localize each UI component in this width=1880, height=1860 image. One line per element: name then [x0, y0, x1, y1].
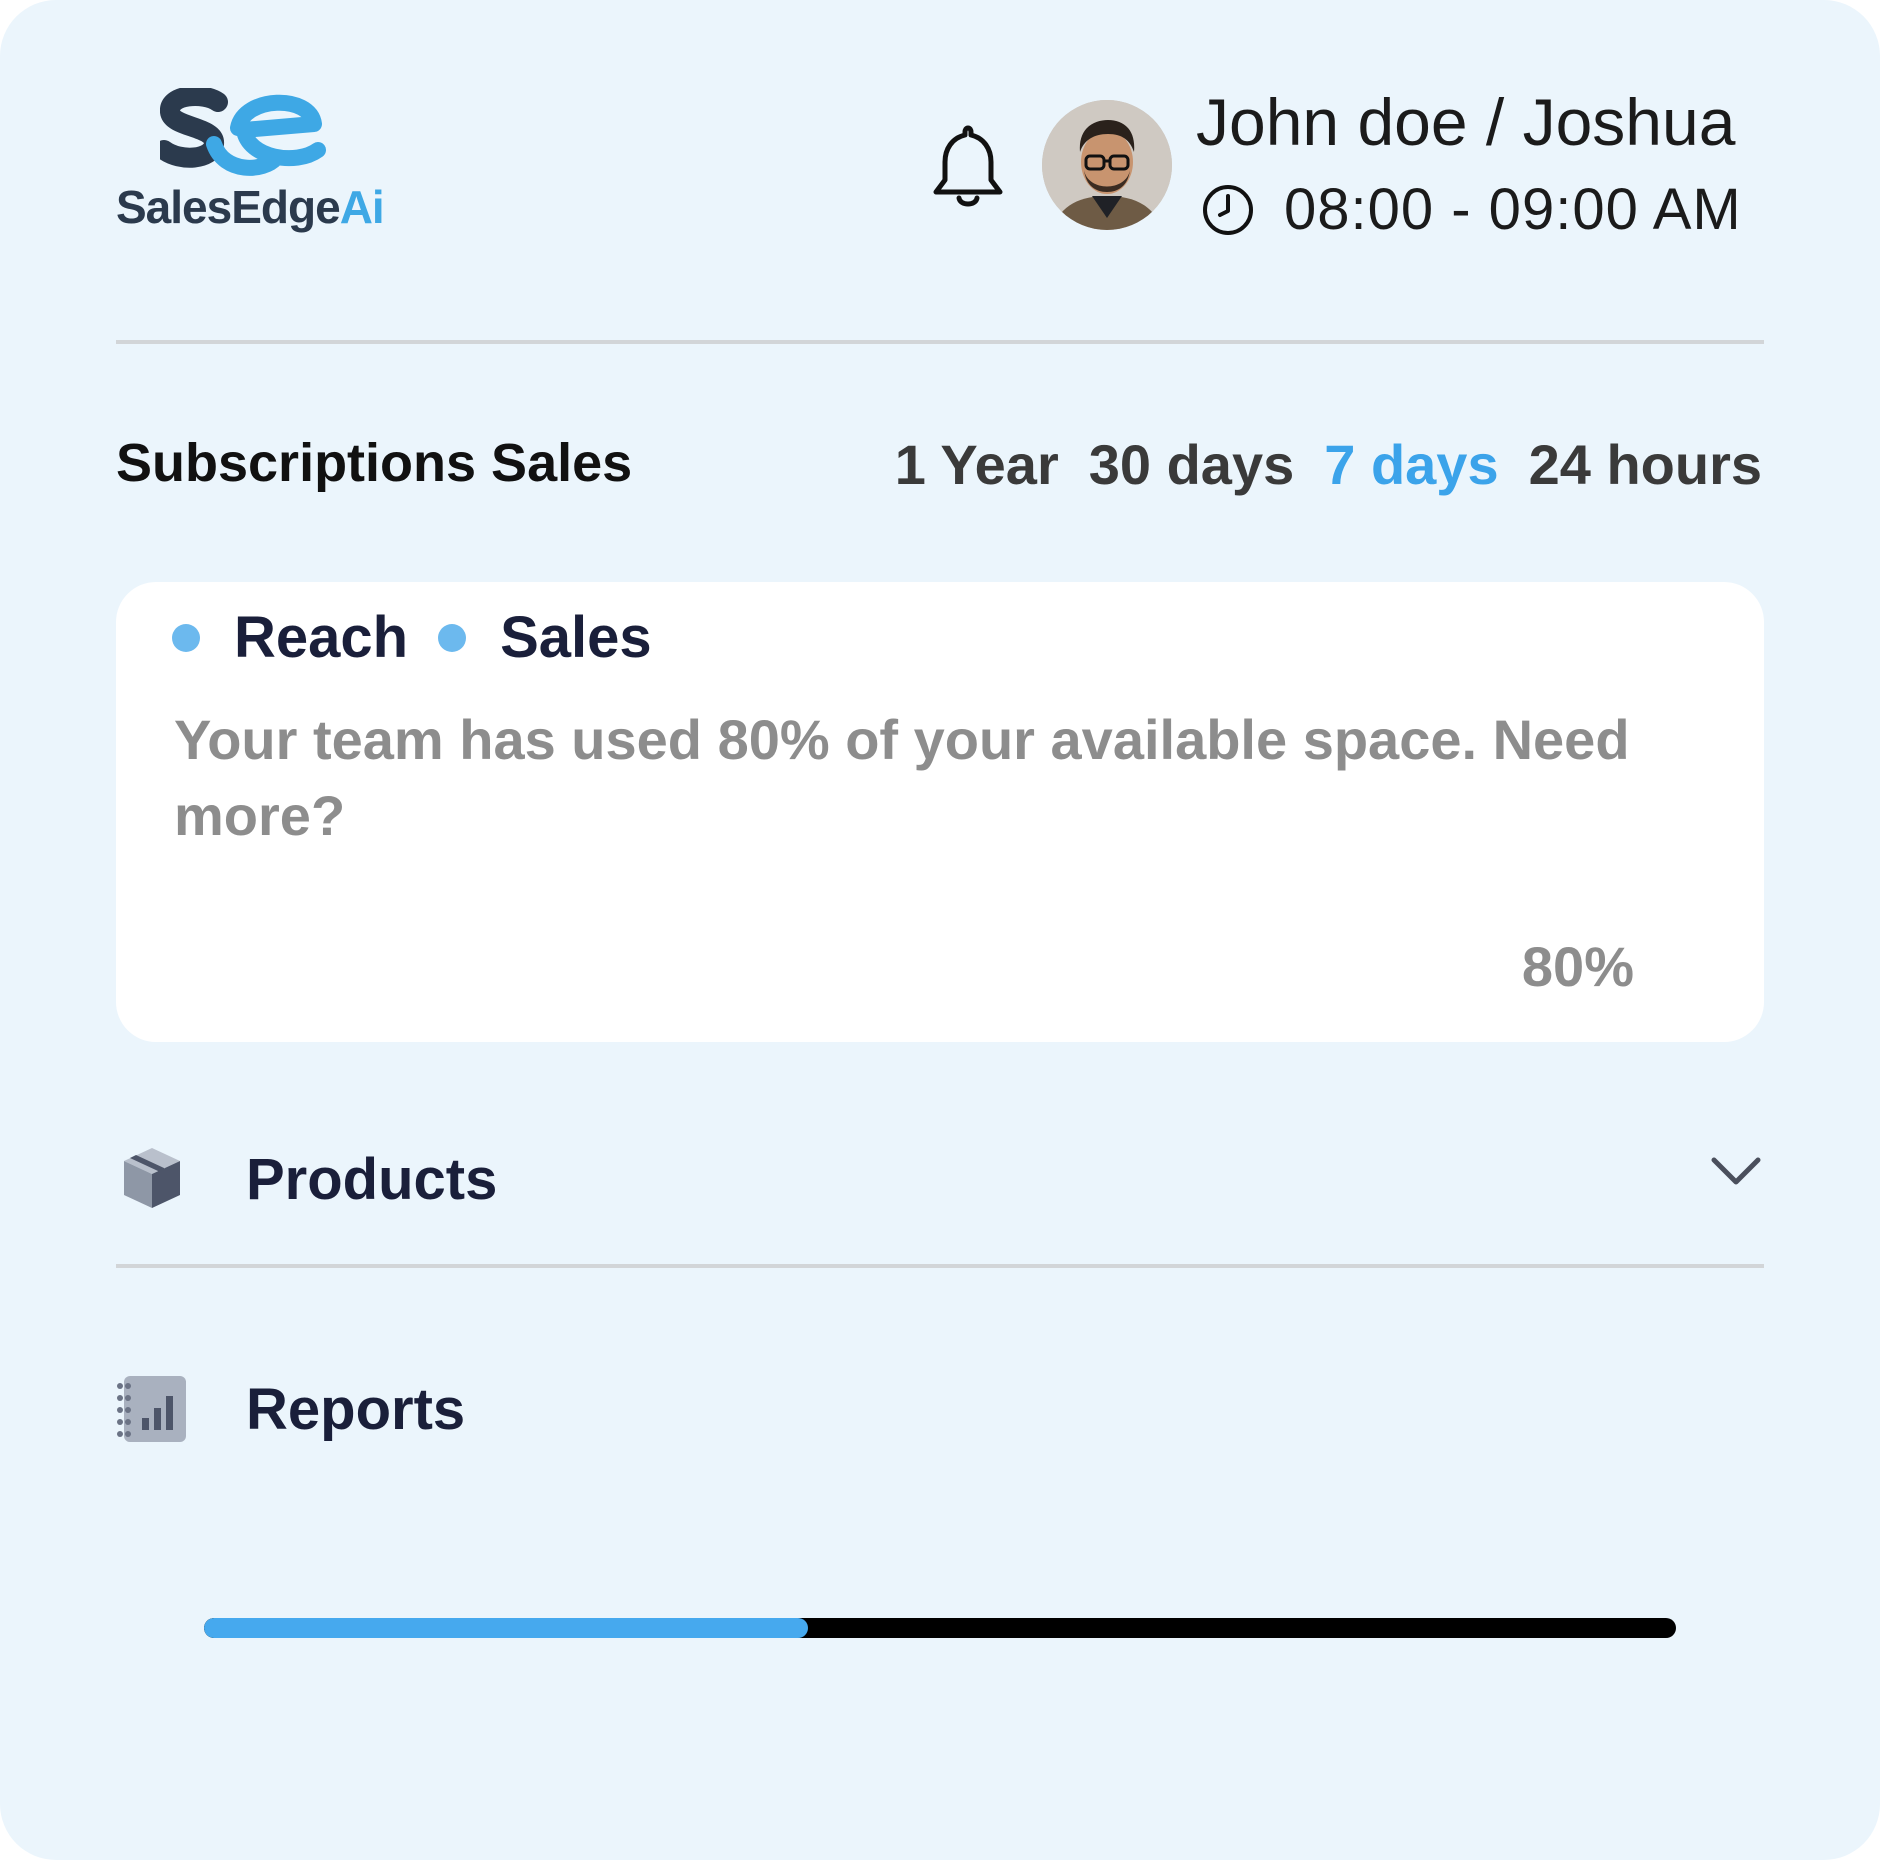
usage-message: Your team has used 80% of your available…	[174, 708, 1630, 847]
progress-bar	[204, 1618, 1676, 1638]
menu-item-label: Reports	[246, 1377, 466, 1442]
menu-divider	[116, 1264, 1764, 1268]
period-filter: 1 Year 30 days 7 days 24 hours	[895, 432, 1762, 497]
logo-mark-icon	[160, 88, 326, 176]
usage-percent: 80%	[1521, 935, 1634, 998]
legend-item-reach[interactable]: Reach	[172, 604, 408, 671]
app-card: SalesEdgeAi John doe / Joshua 08:00 - 09…	[0, 0, 1880, 1860]
usage-panel: Reach Sales Your team has used 80% of yo…	[116, 582, 1764, 1042]
menu-item-label: Products	[246, 1147, 498, 1212]
legend-label: Reach	[234, 605, 409, 670]
menu-item-products[interactable]: Products	[116, 1126, 1764, 1226]
section-title: Subscriptions Sales	[116, 433, 633, 493]
chevron-down-icon[interactable]	[1708, 1150, 1764, 1190]
legend-dot	[172, 623, 200, 652]
report-chart-icon	[117, 1376, 186, 1442]
brand-logo[interactable]: SalesEdgeAi	[112, 88, 392, 238]
period-tab-24-hours[interactable]: 24 hours	[1529, 432, 1762, 497]
user-name: John doe / Joshua	[1196, 85, 1736, 159]
notification-bell-icon[interactable]	[930, 122, 1006, 212]
menu-item-reports[interactable]: Reports	[116, 1356, 1764, 1456]
header-divider	[116, 340, 1764, 344]
box-icon	[124, 1148, 180, 1208]
chart-legend: Reach Sales	[172, 604, 682, 671]
period-tab-1-year[interactable]: 1 Year	[895, 432, 1059, 497]
schedule-time-range: 08:00 - 09:00 AM	[1284, 177, 1742, 242]
brand-wordmark: SalesEdgeAi	[116, 181, 385, 233]
avatar-portrait-icon	[1042, 100, 1172, 230]
legend-label: Sales	[500, 605, 652, 670]
progress-fill	[204, 1618, 808, 1638]
legend-item-sales[interactable]: Sales	[438, 604, 652, 671]
user-avatar[interactable]	[1042, 100, 1172, 230]
clock-icon	[1203, 185, 1253, 235]
legend-dot	[438, 623, 467, 652]
period-tab-30-days[interactable]: 30 days	[1089, 432, 1295, 497]
period-tab-7-days[interactable]: 7 days	[1324, 432, 1498, 497]
